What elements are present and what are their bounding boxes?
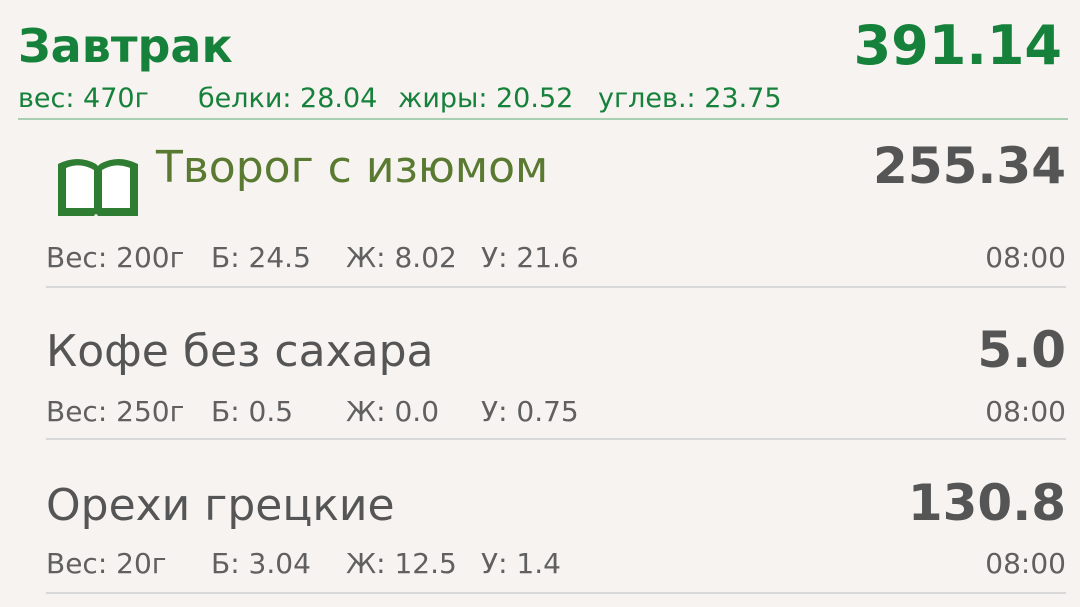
meal-protein: белки: 28.04 [198, 83, 378, 114]
food-stats: Вес: 20г Б: 3.04 Ж: 12.5 У: 1.4 [46, 546, 561, 582]
meal-weight: вес: 470г [18, 83, 149, 114]
meal-fat: жиры: 20.52 [398, 83, 574, 114]
food-kcal: 130.8 [907, 474, 1066, 532]
food-protein: Б: 0.5 [211, 395, 294, 428]
food-name: Кофе без сахара [46, 326, 434, 377]
book-icon[interactable] [54, 152, 142, 222]
food-stats: Вес: 250г Б: 0.5 Ж: 0.0 У: 0.75 [46, 394, 579, 430]
food-time: 08:00 [985, 395, 1066, 428]
food-protein: Б: 24.5 [211, 241, 311, 274]
food-name: Творог с изюмом [156, 142, 549, 193]
food-fat: Ж: 8.02 [346, 241, 457, 274]
food-carbs: У: 1.4 [481, 547, 561, 580]
food-fat: Ж: 12.5 [346, 547, 457, 580]
meal-header[interactable]: Завтрак 391.14 вес: 470г белки: 28.04 жи… [18, 0, 1068, 120]
food-weight: Вес: 250г [46, 395, 185, 428]
food-carbs: У: 0.75 [481, 395, 579, 428]
food-kcal: 255.34 [873, 137, 1066, 195]
food-time: 08:00 [985, 241, 1066, 274]
meal-title: Завтрак [18, 19, 233, 73]
food-weight: Вес: 200г [46, 241, 185, 274]
meal-carbs: углев.: 23.75 [598, 83, 782, 114]
food-item[interactable]: Орехи грецкие 130.8 Вес: 20г Б: 3.04 Ж: … [46, 440, 1066, 594]
food-item[interactable]: Творог с изюмом 255.34 Вес: 200г Б: 24.5… [46, 118, 1066, 288]
food-stats: Вес: 200г Б: 24.5 Ж: 8.02 У: 21.6 [46, 240, 579, 276]
food-time: 08:00 [985, 547, 1066, 580]
food-kcal: 5.0 [977, 321, 1066, 379]
food-item[interactable]: Кофе без сахара 5.0 Вес: 250г Б: 0.5 Ж: … [46, 288, 1066, 440]
food-carbs: У: 21.6 [481, 241, 579, 274]
meal-stats: вес: 470г белки: 28.04 жиры: 20.52 углев… [18, 81, 782, 117]
food-protein: Б: 3.04 [211, 547, 311, 580]
food-weight: Вес: 20г [46, 547, 167, 580]
food-name: Орехи грецкие [46, 480, 395, 531]
meal-total-kcal: 391.14 [853, 14, 1062, 77]
food-fat: Ж: 0.0 [346, 395, 440, 428]
